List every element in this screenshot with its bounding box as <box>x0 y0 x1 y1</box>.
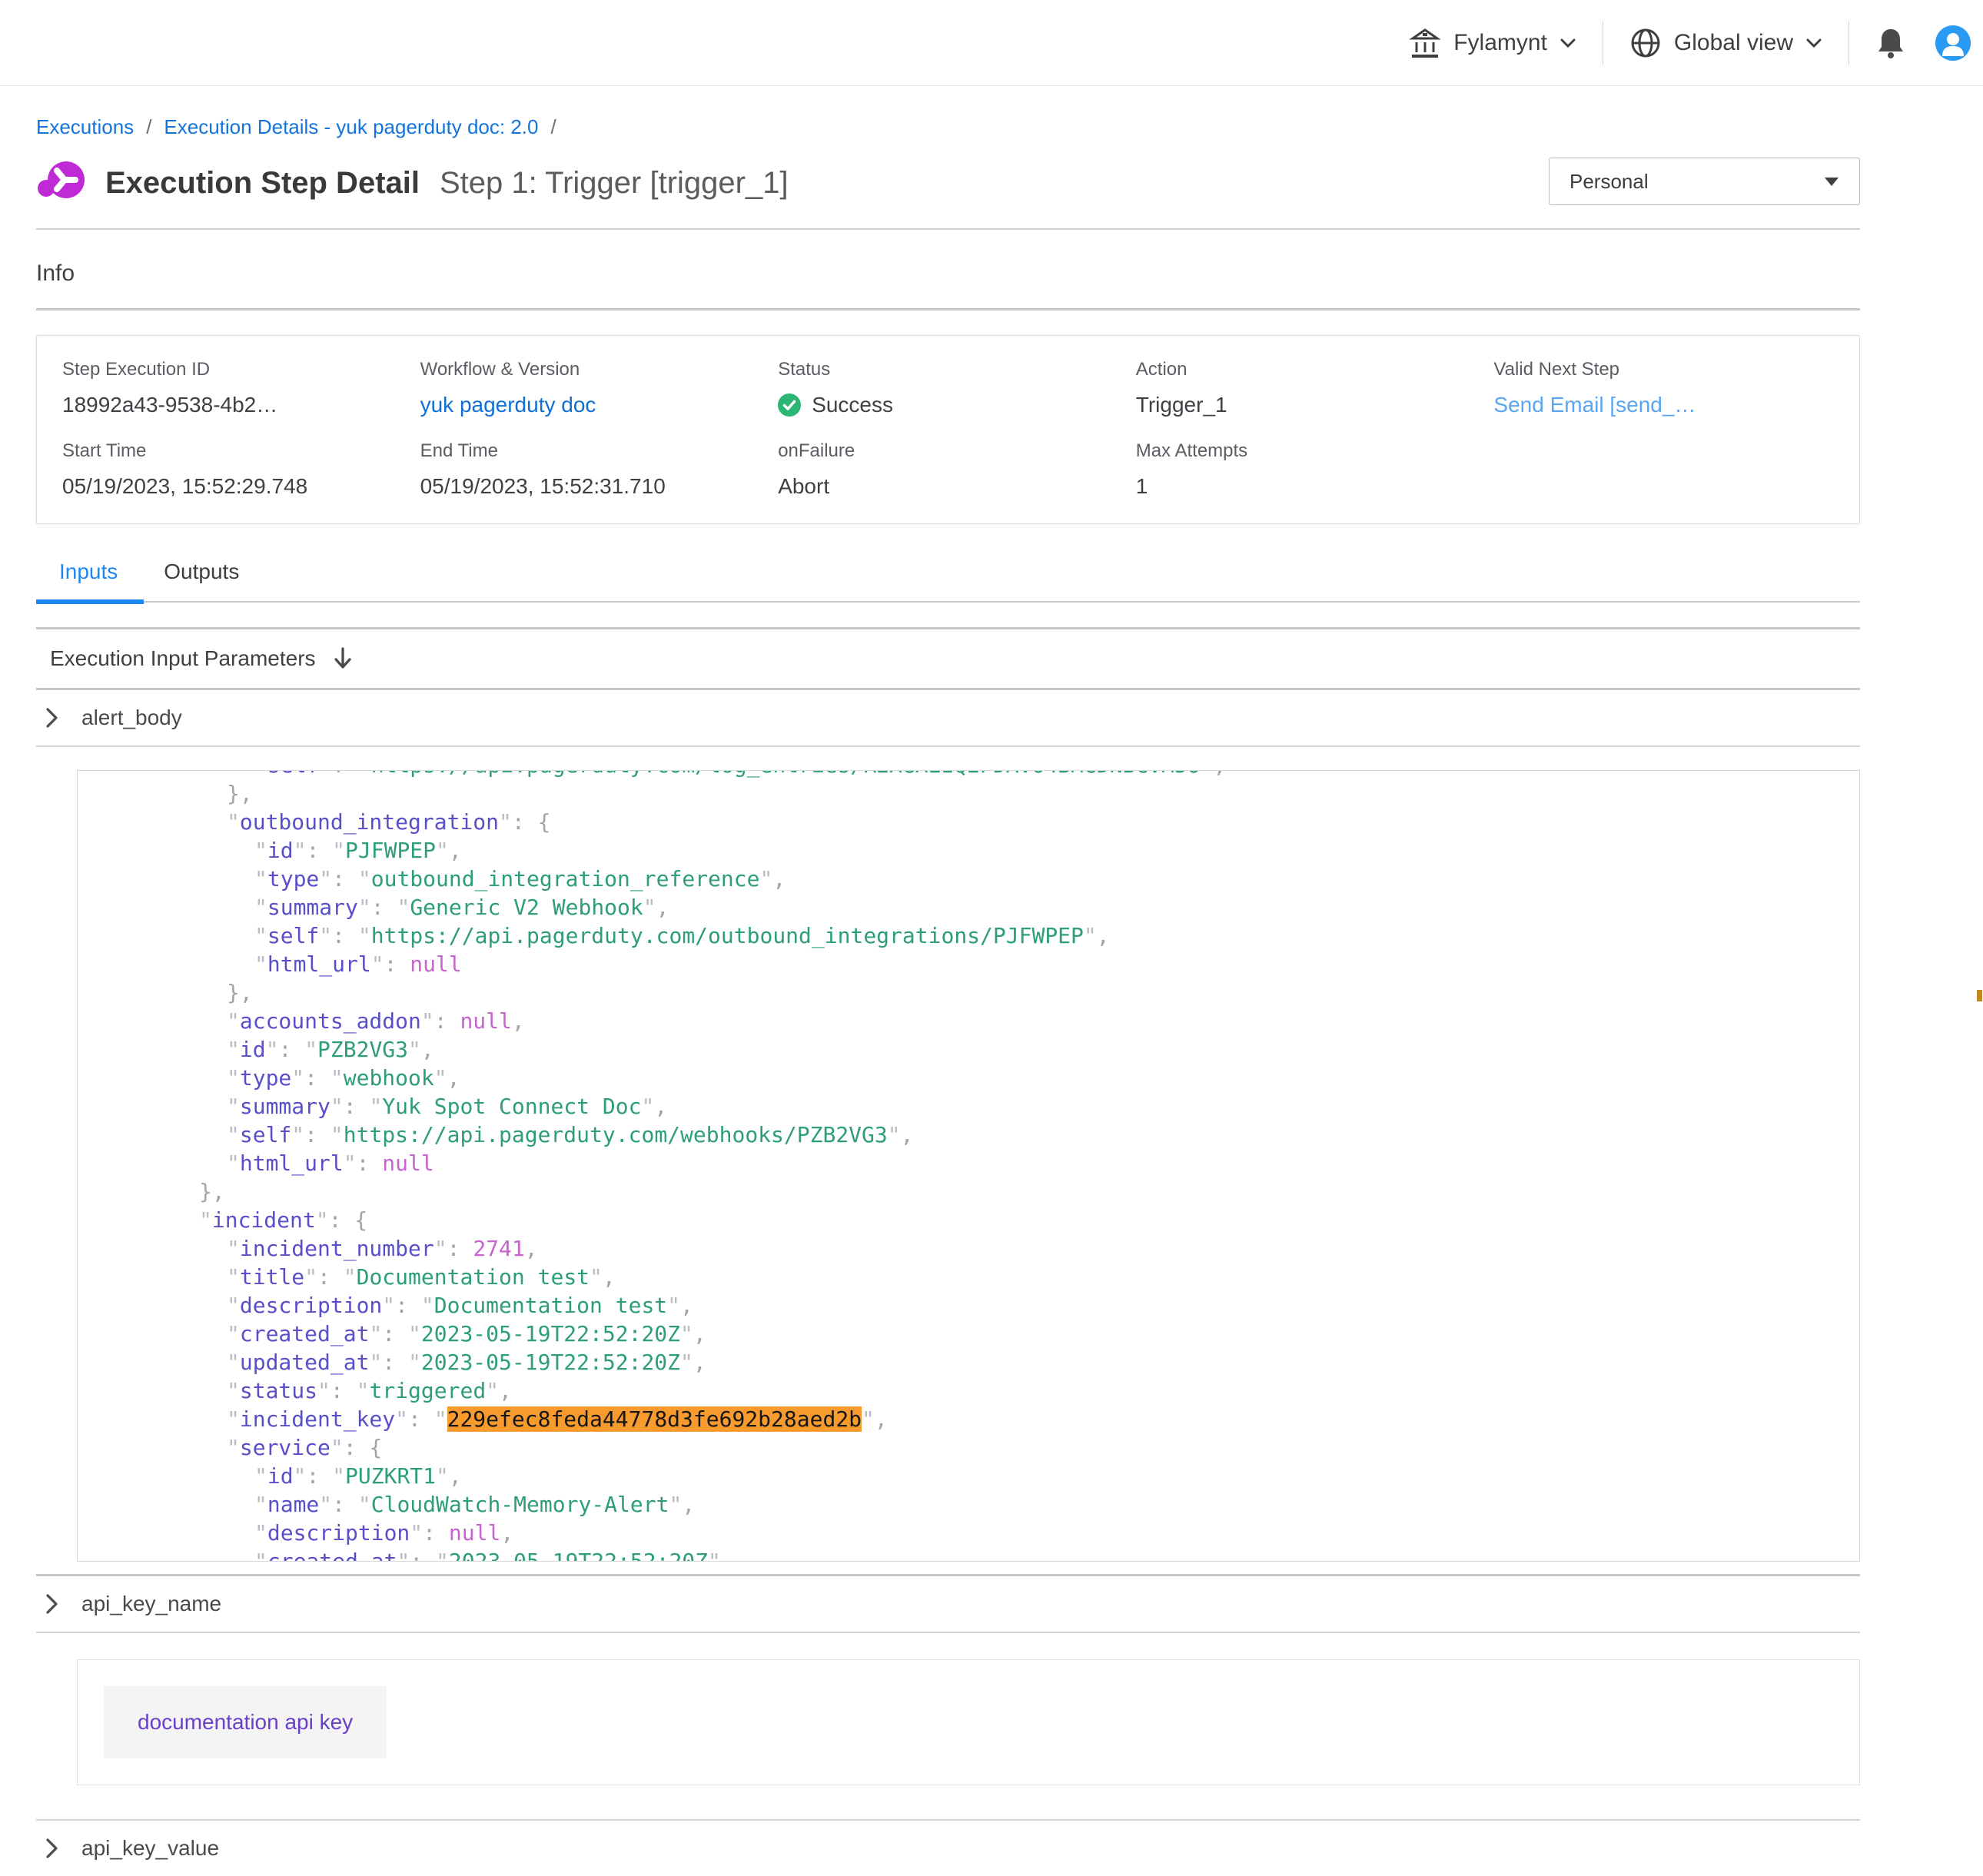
field-label: Step Execution ID <box>62 359 420 380</box>
field-value: 05/19/2023, 15:52:29.748 <box>62 474 420 499</box>
field-start-time: Start Time 05/19/2023, 15:52:29.748 <box>62 440 420 499</box>
chevron-down-icon <box>1559 38 1576 48</box>
download-icon[interactable] <box>333 646 353 671</box>
active-tab-underline <box>36 599 144 604</box>
json-code-viewer[interactable]: "self": "https://api.pagerduty.com/log_e… <box>77 770 1860 1562</box>
breadcrumb-separator: / <box>550 115 556 139</box>
api-key-value-label: api_key_value <box>81 1836 219 1861</box>
status-text: Success <box>812 393 893 417</box>
field-value: 05/19/2023, 15:52:31.710 <box>420 474 779 499</box>
api-key-name-expander[interactable]: api_key_name <box>36 1576 1860 1632</box>
field-label: Valid Next Step <box>1493 359 1852 380</box>
chevron-down-icon <box>1805 38 1822 48</box>
field-step-execution-id: Step Execution ID 18992a43-9538-4b2… <box>62 359 420 417</box>
api-key-name-label: api_key_name <box>81 1592 221 1616</box>
page-header: Execution Step Detail Step 1: Trigger [t… <box>36 158 1860 208</box>
field-label: End Time <box>420 440 779 462</box>
org-name: Fylamynt <box>1453 30 1547 56</box>
main-content: Executions / Execution Details - yuk pag… <box>36 86 1860 1876</box>
scope-select-value: Personal <box>1569 170 1649 194</box>
info-heading: Info <box>36 261 1860 287</box>
breadcrumb-link-executions[interactable]: Executions <box>36 115 134 139</box>
execution-input-parameters-row: Execution Input Parameters <box>36 629 1860 688</box>
breadcrumb: Executions / Execution Details - yuk pag… <box>36 115 1860 139</box>
field-workflow-version: Workflow & Version yuk pagerduty doc <box>420 359 779 417</box>
field-valid-next-step: Valid Next Step Send Email [send_… <box>1493 359 1852 417</box>
alert-body-label: alert_body <box>81 706 182 730</box>
field-label: Max Attempts <box>1136 440 1494 462</box>
org-switcher[interactable]: Fylamynt <box>1409 27 1576 59</box>
divider <box>36 745 1860 747</box>
divider <box>36 308 1860 310</box>
page-subtitle: Step 1: Trigger [trigger_1] <box>440 166 789 201</box>
info-card: Step Execution ID 18992a43-9538-4b2… Wor… <box>36 335 1860 524</box>
field-value: Abort <box>778 474 1136 499</box>
bell-icon <box>1875 26 1906 60</box>
field-label: Status <box>778 359 1136 380</box>
field-action: Action Trigger_1 <box>1136 359 1494 417</box>
divider <box>36 228 1860 230</box>
success-check-icon <box>778 393 801 417</box>
field-value: 1 <box>1136 474 1494 499</box>
field-value: 18992a43-9538-4b2… <box>62 393 420 417</box>
breadcrumb-separator: / <box>146 115 151 139</box>
page-title: Execution Step Detail <box>105 166 420 201</box>
tab-inputs[interactable]: Inputs <box>59 559 118 584</box>
bank-icon <box>1409 27 1441 59</box>
top-navigation-bar: Fylamynt Global view <box>0 0 1983 86</box>
alert-body-expander[interactable]: alert_body <box>36 690 1860 745</box>
field-value: Trigger_1 <box>1136 393 1494 417</box>
tab-outputs[interactable]: Outputs <box>164 559 239 584</box>
workflow-link[interactable]: yuk pagerduty doc <box>420 393 779 417</box>
topbar-divider <box>1848 21 1849 65</box>
field-max-attempts: Max Attempts 1 <box>1136 440 1494 499</box>
field-label: Workflow & Version <box>420 359 779 380</box>
field-end-time: End Time 05/19/2023, 15:52:31.710 <box>420 440 779 499</box>
field-label: Action <box>1136 359 1494 380</box>
field-status: Status Success <box>778 359 1136 417</box>
api-key-name-value-box: documentation api key <box>77 1659 1860 1785</box>
view-name: Global view <box>1674 30 1793 56</box>
globe-icon <box>1629 27 1662 59</box>
caret-down-icon <box>1824 177 1839 187</box>
chevron-right-icon <box>45 1838 58 1859</box>
api-key-name-chip: documentation api key <box>104 1686 387 1758</box>
chevron-right-icon <box>45 1593 58 1615</box>
field-onfailure: onFailure Abort <box>778 440 1136 499</box>
api-key-value-expander[interactable]: api_key_value <box>36 1821 1860 1876</box>
workflow-logo-icon <box>36 158 85 208</box>
tab-bar: Inputs Outputs <box>36 559 1860 603</box>
chevron-right-icon <box>45 707 58 729</box>
code-content: "self": "https://api.pagerduty.com/log_e… <box>78 770 1859 1562</box>
breadcrumb-link-execution-details[interactable]: Execution Details - yuk pagerduty doc: 2… <box>164 115 538 139</box>
user-avatar[interactable] <box>1935 25 1971 61</box>
view-switcher[interactable]: Global view <box>1629 27 1822 59</box>
execution-input-parameters-label: Execution Input Parameters <box>50 646 316 671</box>
scrollbar-find-marker <box>1977 990 1982 1001</box>
next-step-link[interactable]: Send Email [send_… <box>1493 393 1852 417</box>
scope-select[interactable]: Personal <box>1549 158 1860 205</box>
field-label: Start Time <box>62 440 420 462</box>
status-badge: Success <box>778 393 1136 417</box>
divider <box>36 1632 1860 1633</box>
notifications-button[interactable] <box>1875 26 1906 60</box>
field-label: onFailure <box>778 440 1136 462</box>
